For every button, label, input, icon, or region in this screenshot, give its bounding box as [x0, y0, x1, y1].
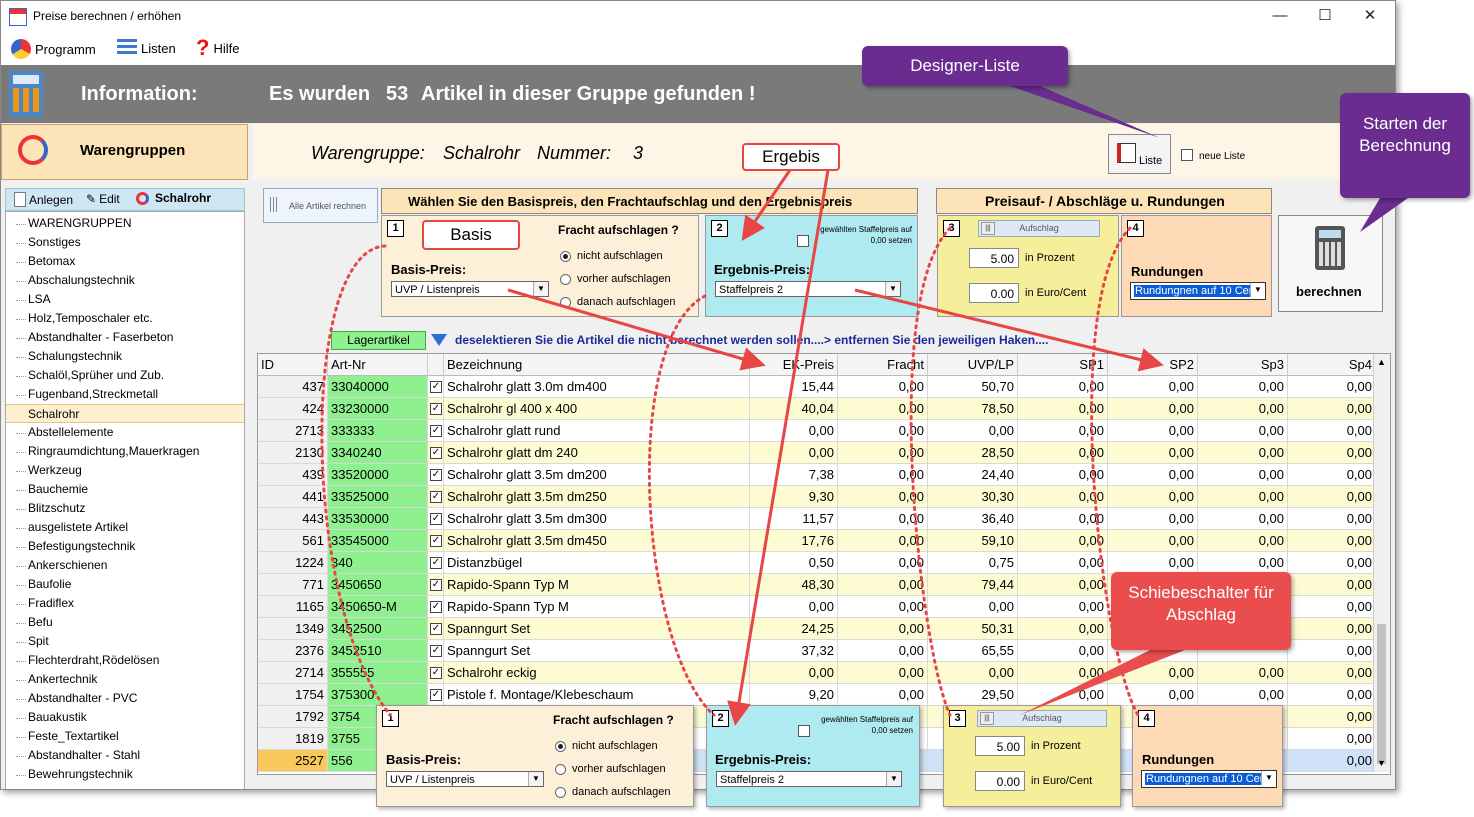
arrow-basis-to-ekpreis: [507, 288, 766, 371]
schiebe-tail: [1020, 650, 1185, 715]
arrow-ergebnis-to-sp2: [854, 288, 1164, 372]
dotted-aufschlag-link: [909, 226, 952, 717]
callout-starten: Starten der Berechnung: [1340, 93, 1470, 198]
arrow-ergebis-to-top: [741, 169, 792, 241]
dotted-ergebnis-link: [647, 294, 716, 717]
label-ergebis: Ergebis: [742, 143, 840, 171]
designer-tail: [1010, 86, 1160, 138]
starten-tail: [1360, 198, 1408, 232]
callout-schiebeschalter: Schiebeschalter für Abschlag: [1111, 572, 1291, 650]
callout-designer-liste: Designer-Liste: [862, 46, 1068, 86]
dotted-basis-link: [320, 244, 392, 717]
label-basis: Basis: [422, 220, 520, 250]
annotation-arrows: [320, 86, 1408, 726]
arrow-ergebis-to-bottom: [727, 169, 830, 726]
